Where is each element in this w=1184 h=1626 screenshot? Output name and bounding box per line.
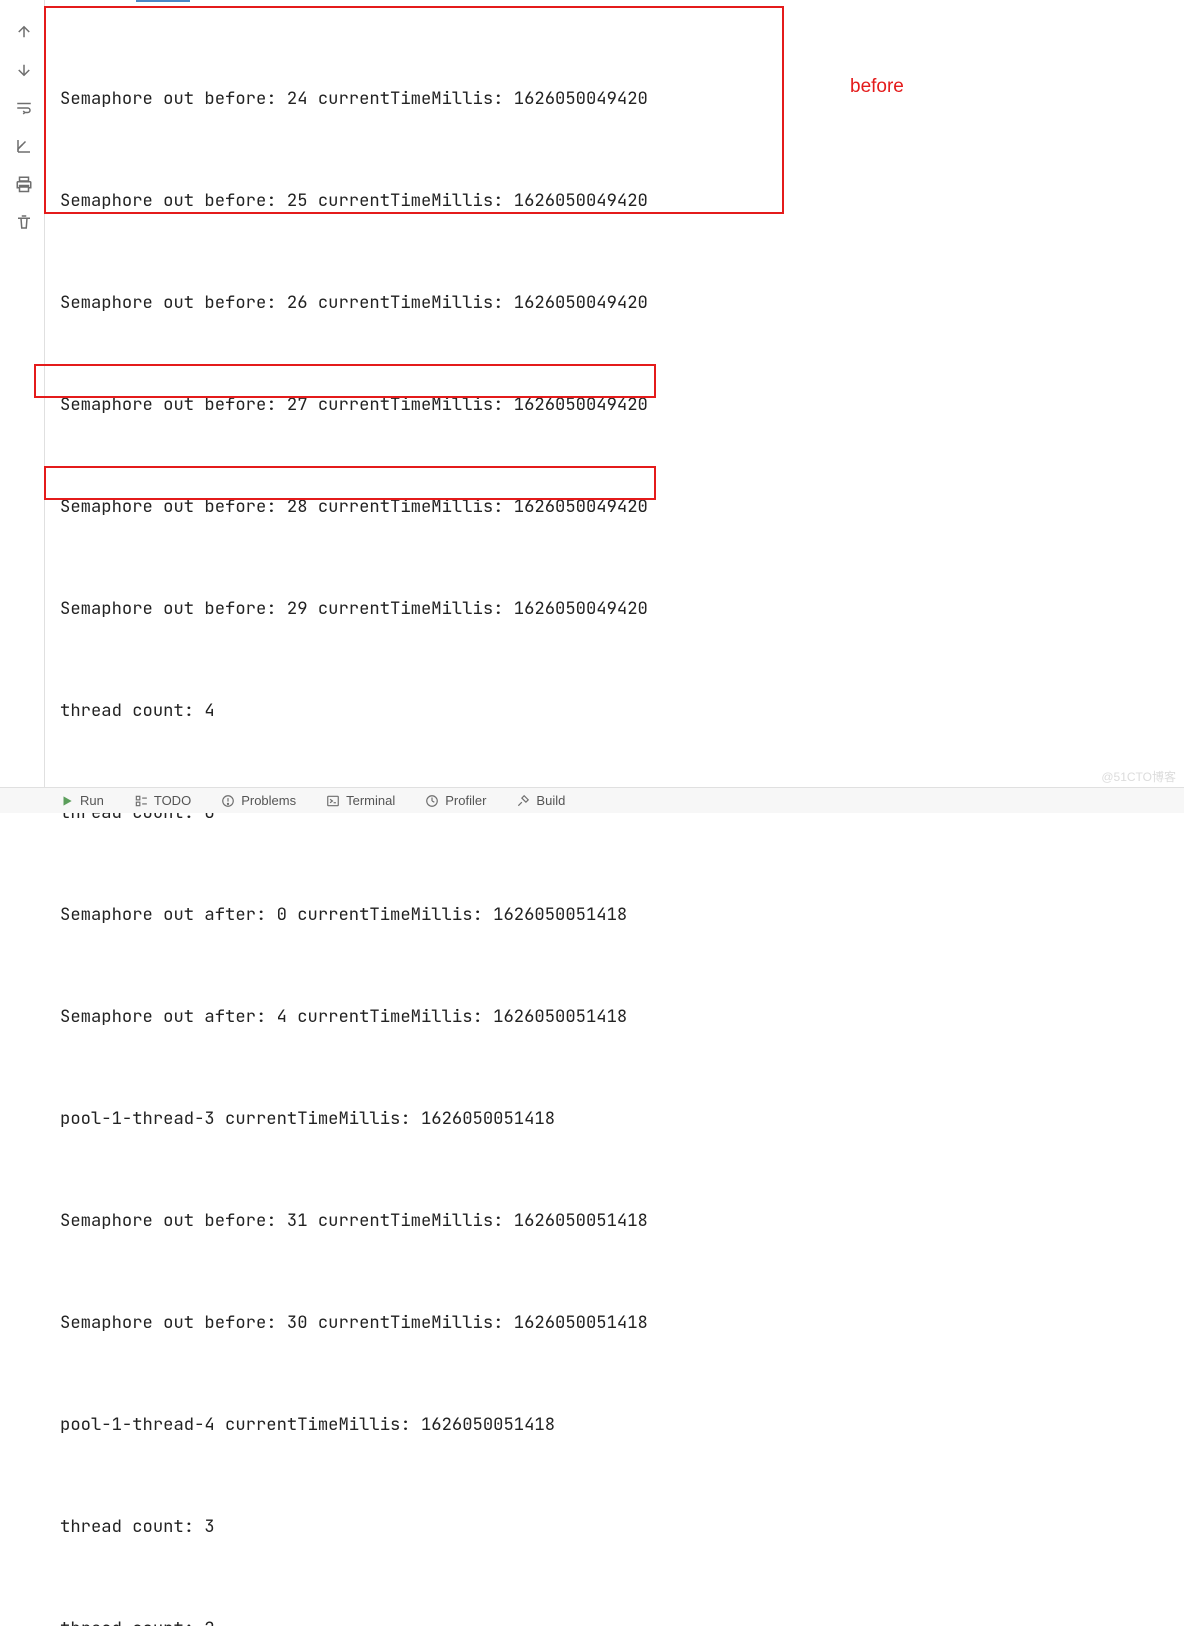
active-tab-indicator [136,0,190,2]
log-line: thread count: 3 [60,1510,1176,1544]
terminal-label: Terminal [346,793,395,808]
log-line: thread count: 2 [60,1612,1176,1626]
log-line: Semaphore out before: 27 currentTimeMill… [60,388,1176,422]
log-line: Semaphore out before: 30 currentTimeMill… [60,1306,1176,1340]
build-tab[interactable]: Build [516,793,565,808]
soft-wrap-button[interactable] [12,96,36,120]
problems-tab[interactable]: Problems [221,793,296,808]
profiler-label: Profiler [445,793,486,808]
log-line: Semaphore out after: 0 currentTimeMillis… [60,898,1176,932]
build-label: Build [536,793,565,808]
todo-label: TODO [154,793,191,808]
log-line: Semaphore out before: 24 currentTimeMill… [60,82,1176,116]
log-line: Semaphore out before: 25 currentTimeMill… [60,184,1176,218]
watermark: @51CTO博客 [1101,768,1176,785]
log-line: Semaphore out before: 28 currentTimeMill… [60,490,1176,524]
problems-label: Problems [241,793,296,808]
profiler-tab[interactable]: Profiler [425,793,486,808]
scroll-to-end-button[interactable] [12,134,36,158]
run-tab[interactable]: Run [60,793,104,808]
run-label: Run [80,793,104,808]
vertical-separator [44,0,45,790]
log-line: pool-1-thread-3 currentTimeMillis: 16260… [60,1102,1176,1136]
log-line: Semaphore out before: 31 currentTimeMill… [60,1204,1176,1238]
console-toolbar [8,20,40,234]
print-button[interactable] [12,172,36,196]
log-line: Semaphore out before: 26 currentTimeMill… [60,286,1176,320]
console-output[interactable]: Semaphore out before: 24 currentTimeMill… [60,14,1176,1626]
scroll-up-button[interactable] [12,20,36,44]
log-line: Semaphore out after: 4 currentTimeMillis… [60,1000,1176,1034]
clear-button[interactable] [12,210,36,234]
terminal-tab[interactable]: Terminal [326,793,395,808]
log-line: thread count: 4 [60,694,1176,728]
log-line: pool-1-thread-4 currentTimeMillis: 16260… [60,1408,1176,1442]
todo-tab[interactable]: TODO [134,793,191,808]
annotation-label: before [850,76,904,98]
bottom-tool-bar: Run TODO Problems Terminal Profiler Buil… [0,787,1184,813]
scroll-down-button[interactable] [12,58,36,82]
log-line: Semaphore out before: 29 currentTimeMill… [60,592,1176,626]
